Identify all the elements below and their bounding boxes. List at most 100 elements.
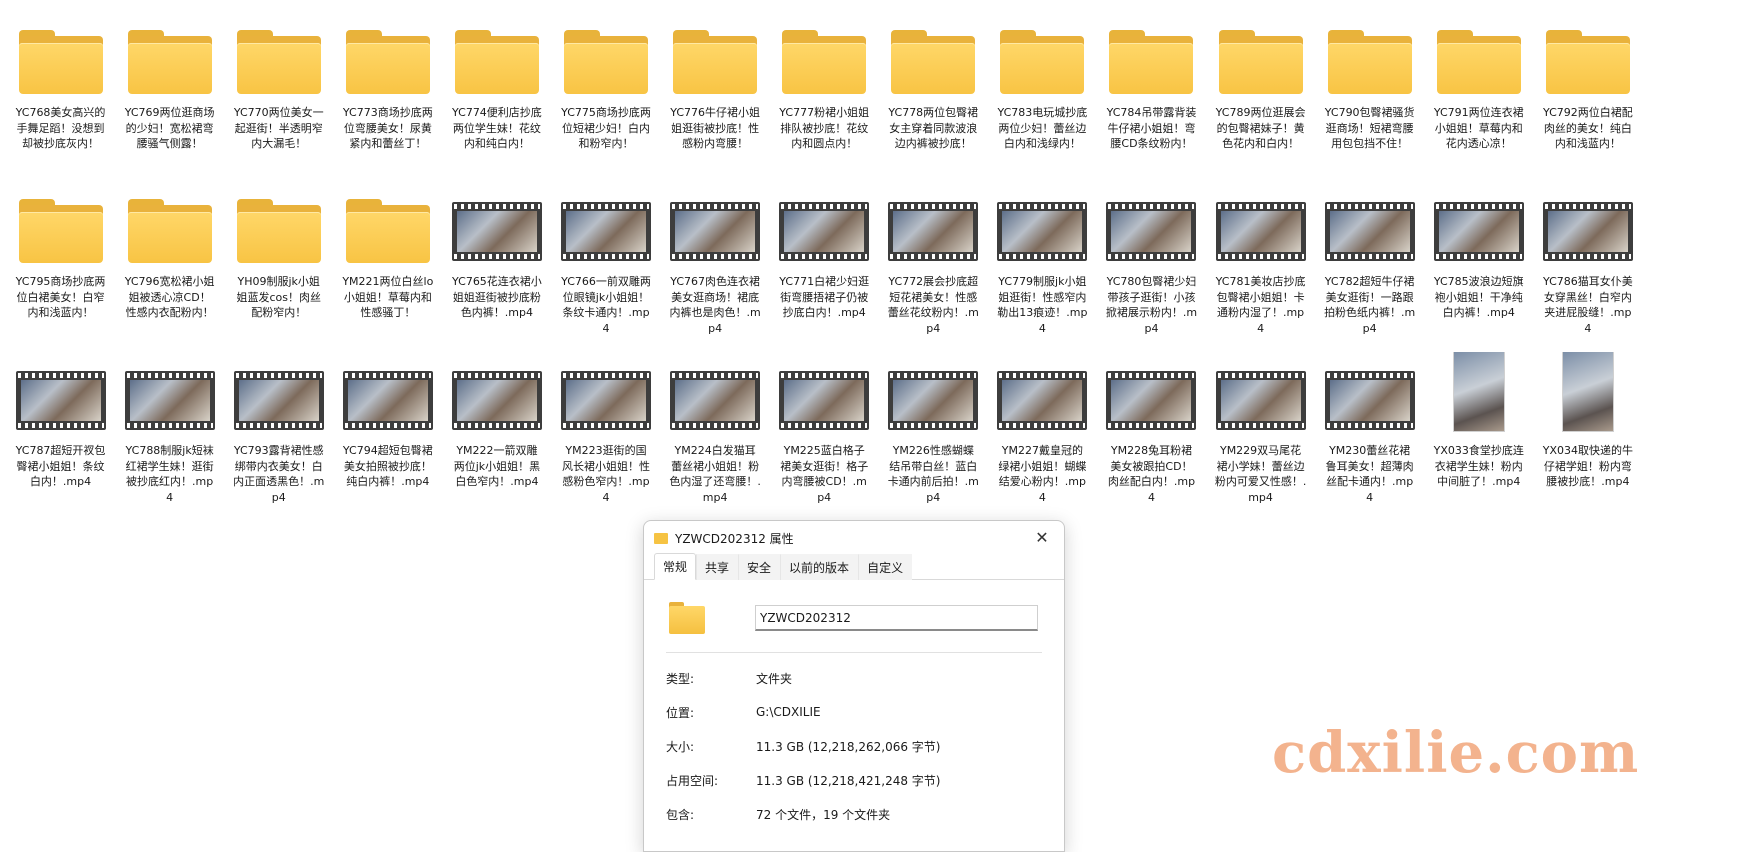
tab-security[interactable]: 安全 (738, 554, 781, 580)
item-thumbnail (988, 14, 1097, 96)
item-thumbnail (224, 14, 333, 96)
file-item[interactable]: YM230蕾丝花裙鲁耳美女！超薄肉丝配卡通内！.mp4 (1315, 352, 1424, 521)
video-thumbnail-icon (342, 371, 433, 430)
item-thumbnail (224, 352, 333, 434)
file-item[interactable]: YC785波浪边短旗袍小姐姐！干净纯白内裤！.mp4 (1424, 183, 1533, 352)
item-label: YC795商场抄底两位白裙美女！白窄内和浅蓝内！ (15, 275, 106, 319)
file-item[interactable]: YM225蓝白格子裙美女逛街！格子内弯腰被CD！.mp4 (770, 352, 879, 521)
file-item[interactable]: YX034取快递的牛仔裙学姐！粉内弯腰被抄底！.mp4 (1533, 352, 1642, 521)
folder-item[interactable]: YC769两位逛商场的少妇！宽松裙弯腰骚气侧露！ (115, 14, 224, 183)
prop-value: 11.3 GB (12,218,421,248 字节) (756, 773, 941, 788)
file-item[interactable]: YC780包臀裙少妇带孩子逛街！小孩掀裙展示粉内！.mp4 (1097, 183, 1206, 352)
folder-item[interactable]: YC775商场抄底两位短裙少妇！白内和粉窄内！ (551, 14, 660, 183)
prop-label: 类型: (666, 671, 695, 686)
prop-value: G:\CDXILIE (756, 705, 821, 719)
item-thumbnail (770, 14, 879, 96)
folder-name-input[interactable] (755, 605, 1038, 631)
folder-icon (127, 199, 212, 263)
file-item[interactable]: YM229双马尾花裙小学妹！蕾丝边粉内可爱又性感！.mp4 (1206, 352, 1315, 521)
folder-icon (782, 30, 867, 94)
folder-item[interactable]: YM221两位白丝lo小姐姐！草莓内和性感骚丁！ (333, 183, 442, 352)
folder-icon (669, 602, 705, 634)
file-item[interactable]: YC771白裙少妇逛街弯腰捂裙子仍被抄底白内！.mp4 (770, 183, 879, 352)
file-item[interactable]: YC765花连衣裙小姐姐逛街被抄底粉色内裤！.mp4 (442, 183, 551, 352)
prop-value: 文件夹 (756, 671, 793, 686)
file-item[interactable]: YC767肉色连衣裙美女逛商场！裙底内裤也是肉色！.mp4 (661, 183, 770, 352)
item-thumbnail (442, 183, 551, 265)
tab-sharing[interactable]: 共享 (696, 554, 739, 580)
item-label: YC781美妆店抄底包臀裙小姐姐！卡通粉内湿了！.mp4 (1215, 275, 1306, 335)
folder-item[interactable]: YC783电玩城抄底两位少妇！蕾丝边白内和浅绿内！ (988, 14, 1097, 183)
folder-icon (1436, 30, 1521, 94)
item-label: YM230蕾丝花裙鲁耳美女！超薄肉丝配卡通内！.mp4 (1325, 444, 1414, 504)
folder-item[interactable]: YC774便利店抄底两位学生妹！花纹内和纯白内！ (442, 14, 551, 183)
file-item[interactable]: YM228兔耳粉裙美女被跟拍CD！肉丝配白内！.mp4 (1097, 352, 1206, 521)
file-item[interactable]: YM226性感蝴蝶结吊带白丝！蓝白卡通内前后拍！.mp4 (879, 352, 988, 521)
file-item[interactable]: YM224白发猫耳蕾丝裙小姐姐！粉色内湿了还弯腰！.mp4 (661, 352, 770, 521)
folder-item[interactable]: YC795商场抄底两位白裙美女！白窄内和浅蓝内！ (6, 183, 115, 352)
tab-general[interactable]: 常规 (654, 553, 697, 580)
folder-icon (18, 199, 103, 263)
folder-item[interactable]: YC796宽松裙小姐姐被透心凉CD！性感内衣配粉内！ (115, 183, 224, 352)
prop-label: 大小: (666, 739, 695, 754)
prop-row-size-on-disk: 占用空间: 11.3 GB (12,218,421,248 字节) (666, 763, 1042, 797)
item-thumbnail (551, 14, 660, 96)
file-item[interactable]: YM227戴皇冠的绿裙小姐姐！蝴蝶结爱心粉内！.mp4 (988, 352, 1097, 521)
folder-item[interactable]: YH09制服jk小姐姐蓝发cos！肉丝配粉窄内！ (224, 183, 333, 352)
item-thumbnail (879, 14, 988, 96)
video-thumbnail-icon (997, 371, 1088, 430)
tab-previous-versions[interactable]: 以前的版本 (780, 554, 859, 580)
folder-item[interactable]: YC773商场抄底两位弯腰美女！尿黄紧内和蕾丝丁！ (333, 14, 442, 183)
item-label: YC796宽松裙小姐姐被透心凉CD！性感内衣配粉内！ (124, 275, 215, 319)
folder-item[interactable]: YC778两位包臀裙女主穿着同款波浪边内裤被抄底！ (879, 14, 988, 183)
video-thumbnail-icon (1452, 352, 1505, 432)
file-item[interactable]: YC787超短开衩包臀裙小姐姐！条纹白内！.mp4 (6, 352, 115, 521)
video-thumbnail-icon (1215, 371, 1306, 430)
folder-icon (564, 30, 649, 94)
video-thumbnail-icon (1324, 202, 1415, 261)
prop-value: 72 个文件，19 个文件夹 (756, 807, 891, 822)
tab-customize[interactable]: 自定义 (858, 554, 913, 580)
dialog-titlebar[interactable]: YZWCD202312 属性 ✕ (644, 521, 1064, 555)
file-item[interactable]: YC793露背裙性感绑带内衣美女！白内正面透黑色！.mp4 (224, 352, 333, 521)
video-thumbnail-icon (888, 371, 979, 430)
video-thumbnail-icon (779, 371, 870, 430)
folder-item[interactable]: YC784吊带露背装牛仔裙小姐姐！弯腰CD条纹粉内！ (1097, 14, 1206, 183)
folder-icon (18, 30, 103, 94)
item-thumbnail (115, 14, 224, 96)
folder-item[interactable]: YC791两位连衣裙小姐姐！草莓内和花内透心凉！ (1424, 14, 1533, 183)
video-thumbnail-icon (1433, 202, 1524, 261)
item-thumbnail (6, 14, 115, 96)
folder-icon (1545, 30, 1630, 94)
file-item[interactable]: YX033食堂抄底连衣裙学生妹！粉内中间脏了！.mp4 (1424, 352, 1533, 521)
folder-item[interactable]: YC792两位白裙配肉丝的美女！纯白内和浅蓝内！ (1533, 14, 1642, 183)
file-item[interactable]: YC786猫耳女仆美女穿黑丝！白窄内夹进屁股缝！.mp4 (1533, 183, 1642, 352)
folder-icon (236, 199, 321, 263)
item-label: YM229双马尾花裙小学妹！蕾丝边粉内可爱又性感！.mp4 (1214, 444, 1307, 504)
item-thumbnail (1533, 352, 1642, 434)
item-thumbnail (442, 352, 551, 434)
file-item[interactable]: YC794超短包臀裙美女拍照被抄底！纯白内裤！.mp4 (333, 352, 442, 521)
file-item[interactable]: YC788制服jk短袜红裙学生妹！逛街被抄底红内！.mp4 (115, 352, 224, 521)
file-item[interactable]: YC772展会抄底超短花裙美女！性感蕾丝花纹粉内！.mp4 (879, 183, 988, 352)
file-item[interactable]: YC782超短牛仔裙美女逛街！一路跟拍粉色纸内裤！.mp4 (1315, 183, 1424, 352)
folder-item[interactable]: YC790包臀裙骚货逛商场！短裙弯腰用包包挡不住！ (1315, 14, 1424, 183)
prop-label: 位置: (666, 705, 695, 720)
file-item[interactable]: YC779制服jk小姐姐逛街！性感窄内勒出13痕迹！.mp4 (988, 183, 1097, 352)
file-item[interactable]: YC781美妆店抄底包臀裙小姐姐！卡通粉内湿了！.mp4 (1206, 183, 1315, 352)
folder-item[interactable]: YC768美女高兴的手舞足蹈！没想到却被抄底灰内！ (6, 14, 115, 183)
item-thumbnail (1206, 183, 1315, 265)
close-icon[interactable]: ✕ (1032, 528, 1052, 548)
file-item[interactable]: YC766一前双雕两位眼镜jk小姐姐！条纹卡通内！.mp4 (551, 183, 660, 352)
folder-item[interactable]: YC777粉裙小姐姐排队被抄底！花纹内和圆点内！ (770, 14, 879, 183)
file-item[interactable]: YM222一箭双雕两位jk小姐姐！黑白色窄内！.mp4 (442, 352, 551, 521)
video-thumbnail-icon (15, 371, 106, 430)
folder-item[interactable]: YC770两位美女一起逛街！半透明窄内大漏毛！ (224, 14, 333, 183)
file-item[interactable]: YM223逛街的国风长裙小姐姐！性感粉色窄内！.mp4 (551, 352, 660, 521)
folder-item[interactable]: YC776牛仔裙小姐姐逛街被抄底！性感粉内弯腰！ (661, 14, 770, 183)
folder-item[interactable]: YC789两位逛展会的包臀裙妹子！黄色花内和白内！ (1206, 14, 1315, 183)
item-label: YM227戴皇冠的绿裙小姐姐！蝴蝶结爱心粉内！.mp4 (998, 444, 1087, 504)
video-thumbnail-icon (779, 202, 870, 261)
prop-row-contains: 包含: 72 个文件，19 个文件夹 (666, 797, 1042, 831)
item-label: YC770两位美女一起逛街！半透明窄内大漏毛！ (233, 106, 324, 150)
